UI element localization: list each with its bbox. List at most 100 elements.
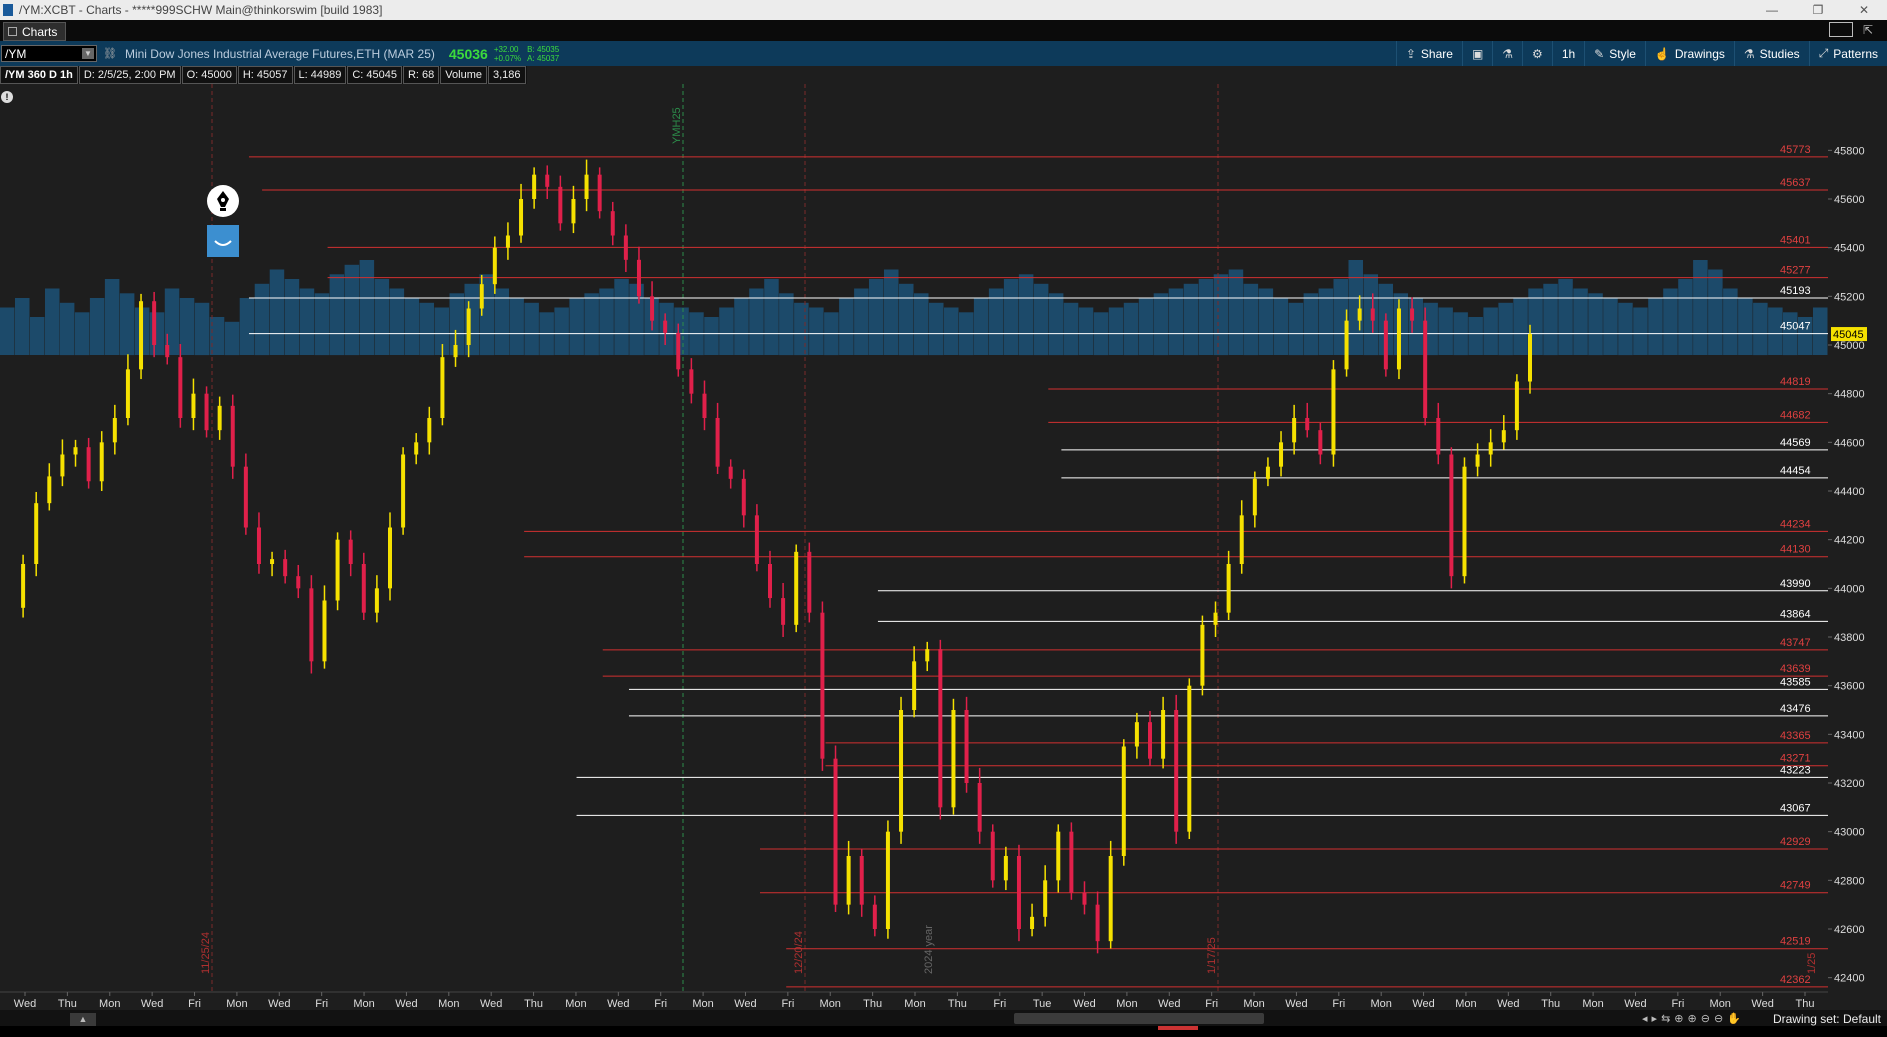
share-button[interactable]: ⇪ Share xyxy=(1395,41,1462,66)
period-label: 11/25/24 xyxy=(200,932,212,974)
x-tick-label: Wed xyxy=(734,998,756,1010)
price-candle-body xyxy=(977,783,982,832)
symbol-input[interactable]: /YM ▼ xyxy=(1,45,97,62)
level-label: 44819 xyxy=(1780,376,1811,388)
scroll-right-icon[interactable]: ▸ xyxy=(1652,1012,1658,1025)
x-tick-label: Mon xyxy=(1243,998,1264,1010)
volume-bar xyxy=(1048,293,1064,356)
level-label: 43223 xyxy=(1780,764,1811,776)
x-tick-label: Mon xyxy=(438,998,459,1010)
minimize-button[interactable]: — xyxy=(1749,3,1795,17)
settings-button[interactable]: ⚙ xyxy=(1522,41,1552,66)
volume-bar xyxy=(59,302,75,356)
chevron-down-icon[interactable]: ▼ xyxy=(82,48,94,59)
hand-icon[interactable]: ✋ xyxy=(1727,1012,1741,1025)
flask-button[interactable]: ⚗ xyxy=(1492,41,1522,66)
price-candle-body xyxy=(427,418,432,443)
volume-bar xyxy=(1063,302,1079,356)
zoom-reset-icon[interactable]: ⊖ xyxy=(1714,1012,1723,1025)
level-label: 44454 xyxy=(1780,465,1811,477)
volume-bar xyxy=(1153,293,1169,356)
x-tick-label: Mon xyxy=(1710,998,1731,1010)
x-tick-label: Thu xyxy=(948,998,967,1010)
volume-bar xyxy=(1618,302,1633,356)
price-candle-body xyxy=(1265,466,1270,479)
volume-bar xyxy=(1183,283,1199,356)
volume-bar xyxy=(869,279,884,355)
x-tick-label: Wed xyxy=(1285,998,1307,1010)
chart-canvas[interactable]: 11/25/24 YMH25 12/20/24 2024 year 1/17/25 1/2… xyxy=(0,84,1887,1010)
info-alert-icon[interactable]: ! xyxy=(1,91,13,103)
crosshair-icon[interactable]: ⊕ xyxy=(1674,1012,1683,1025)
price-candle-body xyxy=(623,235,628,260)
volume-bar xyxy=(809,307,824,355)
price-candle-body xyxy=(781,598,786,625)
volume-bar xyxy=(509,298,524,355)
drawings-button[interactable]: ☝ Drawings xyxy=(1644,41,1734,66)
scrollbar-thumb[interactable] xyxy=(1014,1013,1264,1024)
volume-bar xyxy=(374,279,390,355)
volume-bar xyxy=(239,298,255,355)
price-candle-body xyxy=(1344,320,1349,370)
volume-bar xyxy=(1498,302,1513,356)
close-button[interactable]: ✕ xyxy=(1841,3,1887,17)
zoom-out-icon[interactable]: ⊖ xyxy=(1701,1012,1710,1025)
volume-bar xyxy=(1738,298,1753,355)
scroll-home-button[interactable]: ▲ xyxy=(70,1013,96,1026)
chart-scrollbar[interactable]: ▲ ◂ ▸ ⇆ ⊕ ⊕ ⊖ ⊖ ✋ Drawing set: Default xyxy=(0,1010,1887,1026)
patterns-button[interactable]: ⤢ Patterns xyxy=(1808,41,1887,66)
volume-bar xyxy=(1543,283,1558,356)
x-tick-label: Mon xyxy=(1582,998,1603,1010)
x-tick-label: Wed xyxy=(1751,998,1773,1010)
pin-icon[interactable]: ⇱ xyxy=(1863,23,1873,37)
volume-bar xyxy=(1213,274,1229,356)
price-candle-body xyxy=(571,199,576,224)
pen-tool-icon[interactable] xyxy=(207,185,239,217)
volume-bar xyxy=(734,298,749,355)
price-candle-body xyxy=(584,174,589,199)
price-chart[interactable]: 11/25/24 YMH25 12/20/24 2024 year 1/17/25 1/2… xyxy=(0,84,1887,1021)
x-tick-label: Fri xyxy=(993,998,1006,1010)
maximize-button[interactable]: ❐ xyxy=(1795,3,1841,17)
y-tick-label: 43800 xyxy=(1834,632,1865,644)
y-tick-label: 42400 xyxy=(1834,973,1865,985)
price-candle-body xyxy=(1475,454,1480,467)
smile-icon[interactable] xyxy=(207,225,239,257)
x-tick-label: Mon xyxy=(1370,998,1391,1010)
screenshot-button[interactable]: ▣ xyxy=(1461,41,1492,66)
timeframe-button[interactable]: 1h xyxy=(1551,41,1584,66)
price-candle-body xyxy=(676,332,681,370)
zoom-in-icon[interactable]: ⊕ xyxy=(1688,1012,1697,1025)
volume-bar xyxy=(794,302,809,356)
volume-bar xyxy=(0,307,15,355)
volume-bar xyxy=(524,302,539,356)
link-icon[interactable]: ⛓ xyxy=(103,47,117,60)
price-candle-body xyxy=(374,588,379,613)
x-tick-label: Mon xyxy=(565,998,586,1010)
price-candle-body xyxy=(1488,442,1493,455)
pan-icon[interactable]: ⇆ xyxy=(1661,1012,1670,1025)
volume-bar xyxy=(719,307,734,355)
price-candle-body xyxy=(139,301,144,370)
tab-charts[interactable]: Charts xyxy=(3,22,67,41)
volume-bar xyxy=(1483,307,1498,355)
price-candle-body xyxy=(1331,369,1336,455)
x-tick-label: Fri xyxy=(1205,998,1218,1010)
volume-bar xyxy=(1603,298,1618,355)
scroll-left-icon[interactable]: ◂ xyxy=(1642,1012,1648,1025)
studies-button[interactable]: ⚗ Studies xyxy=(1733,41,1809,66)
price-candle-body xyxy=(309,588,314,662)
drawing-set-label[interactable]: Drawing set: Default xyxy=(1773,1012,1881,1026)
price-candle-body xyxy=(1043,880,1048,917)
volume-bar xyxy=(1033,283,1049,356)
price-axis-bg xyxy=(1828,84,1887,1010)
style-button[interactable]: ✎ Style xyxy=(1584,41,1645,66)
volume-bar xyxy=(314,293,330,356)
x-tick-label: Wed xyxy=(141,998,163,1010)
level-label: 43271 xyxy=(1780,753,1811,765)
price-candle-body xyxy=(636,259,641,297)
detach-window-icon[interactable] xyxy=(1828,22,1853,37)
volume-bar xyxy=(584,293,599,356)
volume-bar xyxy=(614,279,629,355)
price-candle-body xyxy=(964,710,969,783)
